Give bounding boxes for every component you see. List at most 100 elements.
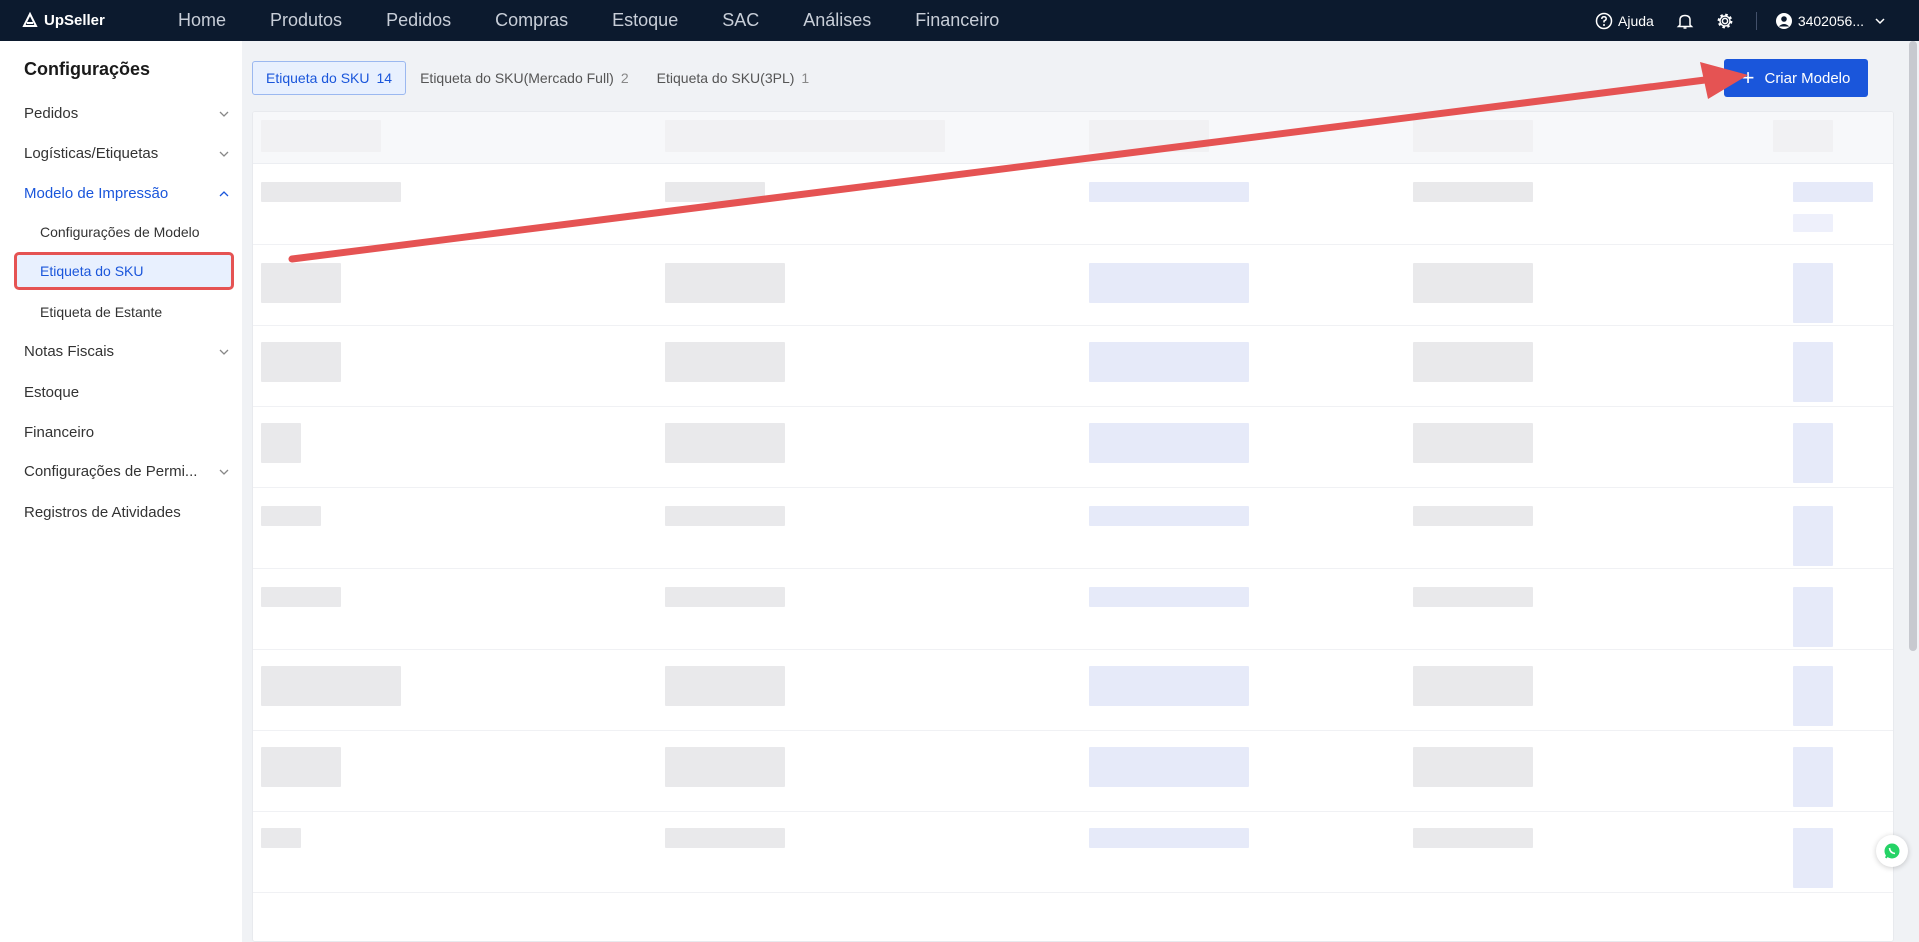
blurred-cell — [665, 423, 785, 463]
blurred-header-cell — [261, 120, 381, 152]
blurred-cell — [1793, 423, 1833, 483]
blurred-cell — [1089, 747, 1249, 787]
sidebar-item-label: Financeiro — [24, 424, 95, 441]
table-row[interactable] — [253, 569, 1893, 650]
sidebar-subitem-etiqueta-sku[interactable]: Etiqueta do SKU — [14, 252, 234, 290]
sidebar-item-label: Pedidos — [24, 105, 79, 122]
sidebar-item-label: Logísticas/Etiquetas — [24, 145, 159, 162]
sidebar-title: Configurações — [24, 59, 151, 79]
blurred-cell — [665, 342, 785, 382]
chevron-down-icon — [1875, 17, 1885, 24]
nav-sac[interactable]: SAC — [722, 10, 759, 31]
blurred-cell — [665, 263, 785, 303]
blurred-cell — [261, 342, 341, 382]
blurred-cell — [1793, 828, 1833, 888]
main-content: Etiqueta do SKU 14 Etiqueta do SKU(Mercad… — [252, 59, 1894, 942]
nav-compras[interactable]: Compras — [495, 10, 568, 31]
nav-analises[interactable]: Análises — [803, 10, 871, 31]
whatsapp-icon — [1884, 843, 1900, 859]
blurred-cell — [1413, 666, 1533, 706]
user-label: 3402056... — [1797, 12, 1864, 29]
sidebar-item-modelo-impressao[interactable]: Modelo de Impressão — [24, 185, 230, 202]
nav-estoque[interactable]: Estoque — [612, 10, 678, 31]
sidebar-item-pedidos[interactable]: Pedidos — [24, 105, 230, 122]
brand-name: UpSeller — [44, 12, 105, 29]
blurred-header-cell — [1413, 120, 1533, 152]
blurred-cell — [1413, 263, 1533, 303]
blurred-cell — [261, 263, 341, 303]
blurred-cell — [1089, 666, 1249, 706]
chevron-down-icon — [219, 469, 229, 475]
sidebar-subitem-etiqueta-estante[interactable]: Etiqueta de Estante — [40, 304, 162, 320]
tab-etiqueta-sku-3pl[interactable]: Etiqueta do SKU(3PL) 1 — [657, 70, 810, 86]
blurred-cell — [1793, 182, 1873, 202]
nav-financeiro[interactable]: Financeiro — [915, 10, 999, 31]
blurred-cell — [261, 828, 301, 848]
tab-label: Etiqueta do SKU — [266, 70, 370, 86]
gear-icon — [1717, 13, 1733, 28]
blurred-cell — [665, 506, 785, 526]
blurred-cell — [1793, 342, 1833, 402]
table-row[interactable] — [253, 164, 1893, 245]
sidebar-item-estoque[interactable]: Estoque — [24, 384, 230, 401]
nav-home[interactable]: Home — [178, 10, 226, 31]
blurred-cell — [1089, 587, 1249, 607]
blurred-cell — [1413, 342, 1533, 382]
settings-button[interactable] — [1716, 12, 1734, 30]
blurred-cell — [1413, 587, 1533, 607]
tab-etiqueta-sku-mercado-full[interactable]: Etiqueta do SKU(Mercado Full) 2 — [420, 70, 629, 86]
notifications-button[interactable] — [1676, 12, 1694, 30]
tab-count: 1 — [801, 70, 810, 86]
table-row[interactable] — [253, 812, 1893, 893]
label-tabs: Etiqueta do SKU 14 Etiqueta do SKU(Mercad… — [252, 61, 837, 95]
divider — [1755, 11, 1757, 30]
blurred-cell — [1413, 182, 1533, 202]
blurred-header-cell — [665, 120, 945, 152]
user-menu[interactable]: 3402056... — [1775, 12, 1891, 30]
table-row[interactable] — [253, 650, 1893, 731]
nav-pedidos[interactable]: Pedidos — [386, 10, 451, 31]
tab-count: 14 — [376, 70, 393, 86]
sidebar-item-notas-fiscais[interactable]: Notas Fiscais — [24, 343, 230, 360]
bell-icon — [1676, 14, 1694, 29]
top-navbar: UpSeller Home Produtos Pedidos Compras E… — [0, 0, 1919, 41]
blurred-header-cell — [1089, 120, 1209, 152]
brand-logo[interactable]: UpSeller — [20, 11, 160, 31]
blurred-cell — [261, 182, 401, 202]
create-template-button[interactable]: + Criar Modelo — [1724, 59, 1868, 97]
help-icon — [1595, 12, 1613, 29]
sidebar-item-logisticas[interactable]: Logísticas/Etiquetas — [24, 145, 230, 162]
tab-etiqueta-sku[interactable]: Etiqueta do SKU 14 — [252, 61, 407, 95]
page-scrollbar[interactable] — [1909, 41, 1917, 651]
table-header — [253, 112, 1893, 164]
blurred-cell — [1793, 214, 1833, 232]
blurred-cell — [1793, 747, 1833, 807]
sidebar-item-registros-atividades[interactable]: Registros de Atividades — [24, 504, 230, 521]
nav-produtos[interactable]: Produtos — [270, 10, 342, 31]
help-link[interactable]: Ajuda — [1595, 12, 1654, 30]
blurred-cell — [261, 666, 401, 706]
table-row[interactable] — [253, 245, 1893, 326]
blurred-cell — [261, 747, 341, 787]
blurred-cell — [1793, 587, 1833, 647]
whatsapp-chat-button[interactable] — [1876, 835, 1908, 867]
blurred-cell — [1413, 506, 1533, 526]
blurred-cell — [1089, 182, 1249, 202]
sidebar-subitem-configuracoes-modelo[interactable]: Configurações de Modelo — [40, 224, 200, 240]
chevron-down-icon — [219, 151, 229, 157]
table-row[interactable] — [253, 731, 1893, 812]
blurred-cell — [665, 747, 785, 787]
sidebar-item-configuracoes-permissoes[interactable]: Configurações de Permi... — [24, 463, 230, 480]
blurred-cell — [1793, 506, 1833, 566]
blurred-cell — [261, 423, 301, 463]
blurred-cell — [665, 182, 765, 202]
sidebar-item-label: Estoque — [24, 384, 80, 401]
table-row[interactable] — [253, 488, 1893, 569]
table-row[interactable] — [253, 407, 1893, 488]
table-row[interactable] — [253, 326, 1893, 407]
sidebar-item-financeiro[interactable]: Financeiro — [24, 424, 230, 441]
blurred-header-cell — [1773, 120, 1833, 152]
blurred-cell — [261, 587, 341, 607]
settings-sidebar: Configurações Pedidos Logísticas/Etiquet… — [0, 41, 242, 942]
blurred-cell — [1413, 828, 1533, 848]
